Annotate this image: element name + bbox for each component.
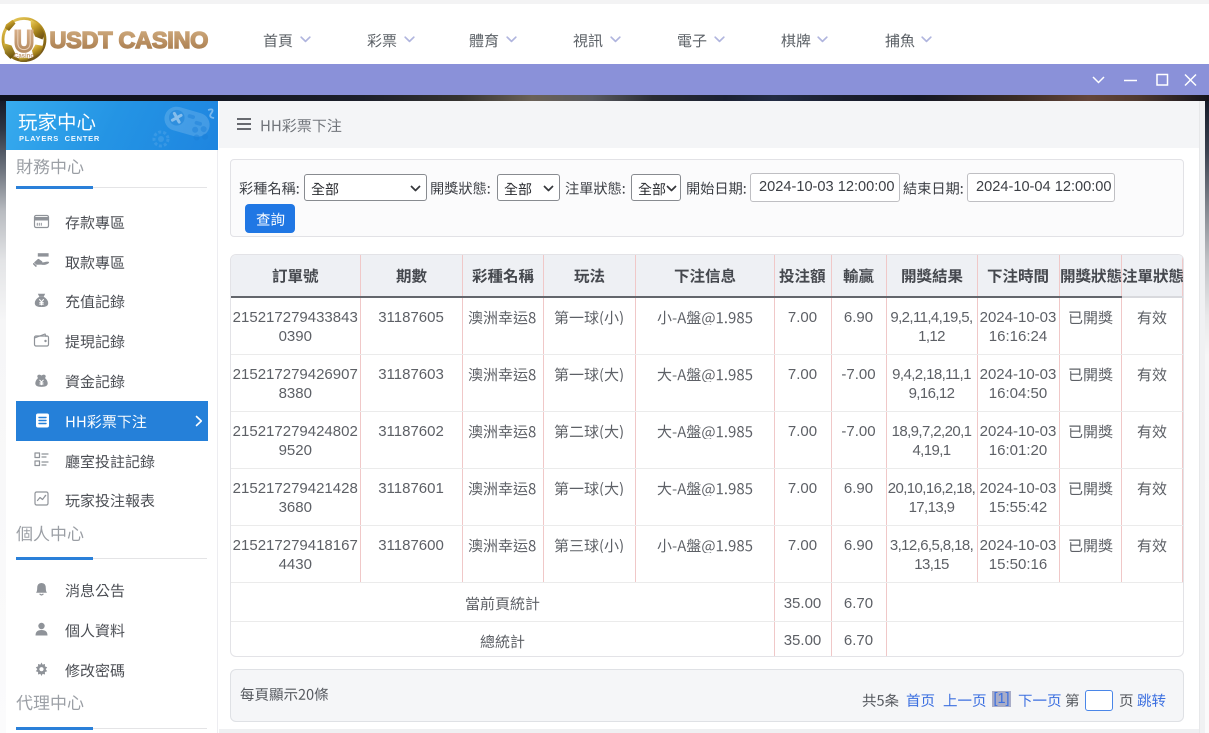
svg-text:Casino: Casino	[14, 54, 34, 60]
svg-text:USDT CASINO: USDT CASINO	[50, 27, 209, 53]
